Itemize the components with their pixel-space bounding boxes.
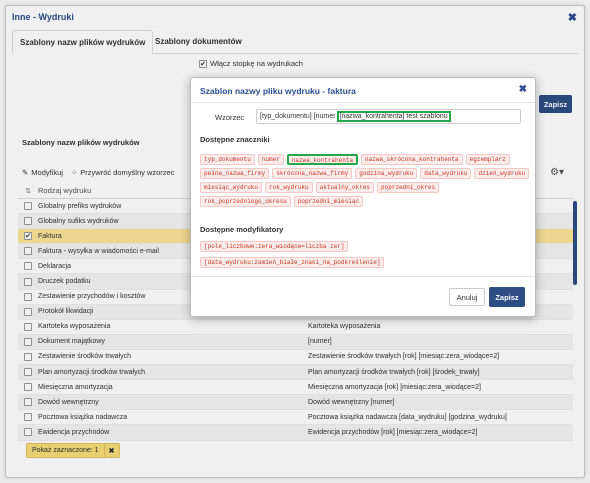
token-tag[interactable]: miesiąc_wydruku (200, 182, 263, 193)
tokens-title: Dostępne znaczniki (200, 135, 270, 144)
token-tag[interactable]: typ_dokumentu (200, 154, 255, 165)
modal-divider (191, 102, 535, 103)
token-tag[interactable]: poprzedni_miesiąc (293, 196, 364, 207)
save-button[interactable]: Zapisz (489, 287, 525, 307)
pattern-prefix: [typ_dokumentu] [numer (260, 113, 336, 120)
modifiers-title: Dostępne modyfikatory (200, 225, 284, 234)
modal-footer-divider (191, 276, 535, 277)
token-tag[interactable]: egzemplarz (465, 154, 510, 165)
token-tag[interactable]: dzień_wydruku (474, 168, 530, 179)
token-tag[interactable]: aktualny_okres (315, 182, 375, 193)
modifier-tag[interactable]: [data_wydruku:zamień_białe_znaki_na_podk… (200, 257, 385, 268)
modifier-tag[interactable]: [pole_liczbowe:zera_wiodące=liczba zer] (200, 241, 349, 252)
pattern-label: Wzorzec (215, 113, 245, 122)
token-tag[interactable]: godzina_wydruku (355, 168, 418, 179)
modifier-list: [pole_liczbowe:zera_wiodące=liczba zer] [… (200, 241, 385, 268)
token-tag[interactable]: nazwa_kontrahenta (286, 154, 359, 165)
modal-title: Szablon nazwy pliku wydruku - faktura (200, 86, 356, 96)
token-tag[interactable]: rok_poprzedniego_okresu (200, 196, 291, 207)
token-tag[interactable]: data_wydruku (420, 168, 472, 179)
modal-close-icon[interactable]: ✖ (519, 84, 527, 95)
token-tag[interactable]: pełna_nazwa_firmy (200, 168, 270, 179)
token-tag[interactable]: skrócona_nazwa_firmy (272, 168, 353, 179)
token-tag[interactable]: nazwa_skrócona_kontrahenta (361, 154, 463, 165)
cancel-button[interactable]: Anuluj (449, 288, 485, 306)
token-tag[interactable]: numer (257, 154, 284, 165)
token-tag[interactable]: rok_wydruku (265, 182, 313, 193)
token-tag[interactable]: poprzedni_okres (377, 182, 440, 193)
pattern-highlight: [nazwa_kontrahenta] test szablonu (336, 111, 451, 122)
pattern-input[interactable]: [typ_dokumentu] [numer [nazwa_kontrahenta… (256, 109, 521, 124)
token-list: typ_dokumentu numer nazwa_kontrahenta nazwa… (200, 154, 530, 207)
template-modal: Szablon nazwy pliku wydruku - faktura ✖ … (190, 77, 536, 317)
